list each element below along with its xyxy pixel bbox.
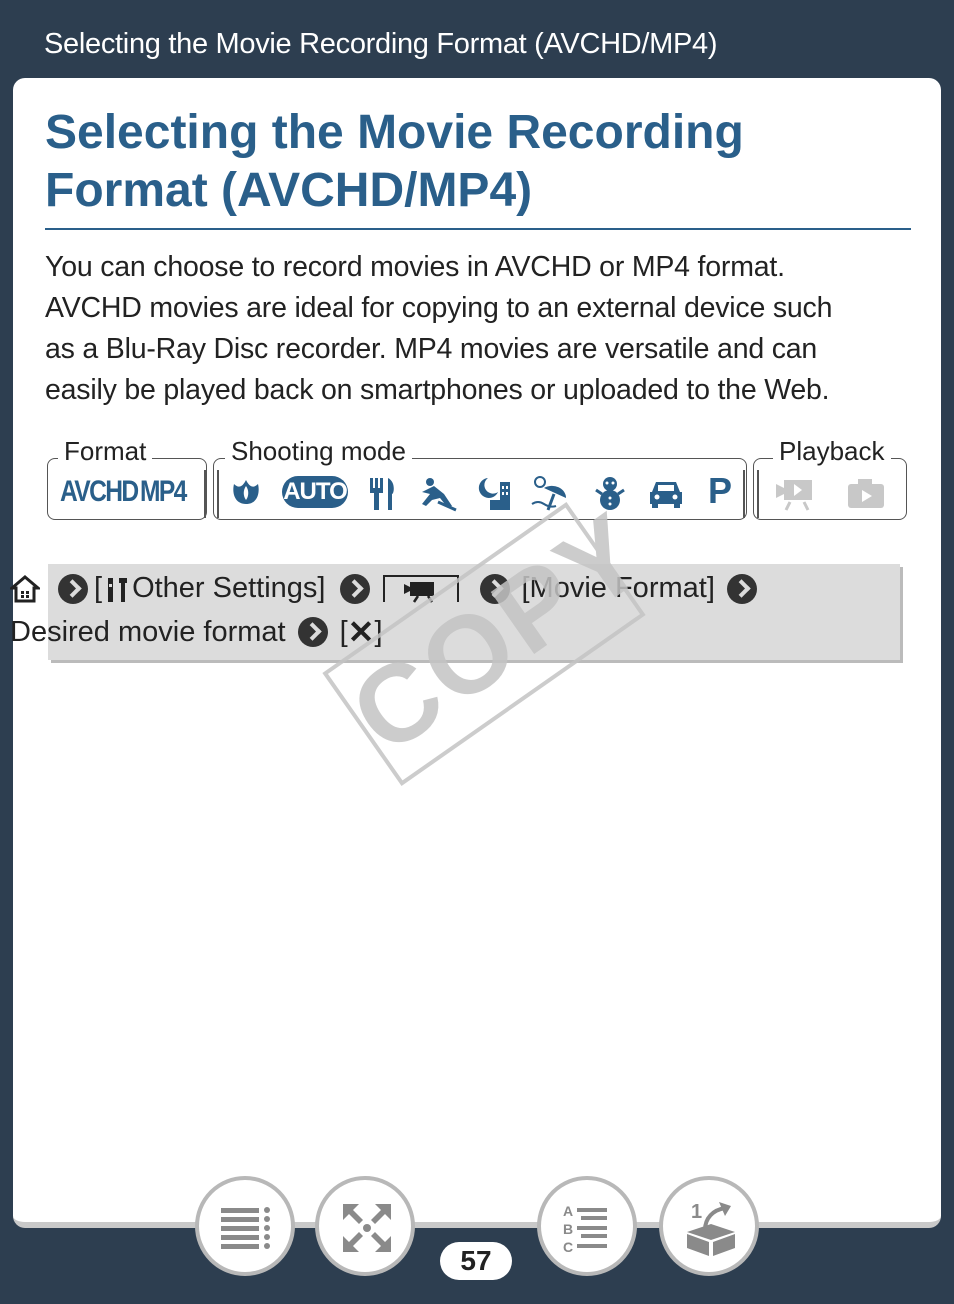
intro-line: You can choose to record movies in AVCHD… (45, 251, 785, 283)
sports-icon (422, 478, 457, 512)
desired-movie-format-label: Desired movie format (10, 615, 286, 648)
intro-line: as a Blu-Ray Disc recorder. MP4 movies a… (45, 333, 818, 365)
bracket-text: [ (339, 615, 348, 648)
table-of-contents-button[interactable] (195, 1176, 295, 1276)
intro-line: easily be played back on smartphones or … (45, 374, 830, 406)
format-label: Format (58, 436, 153, 467)
abc-index-icon: A B C (563, 1203, 607, 1255)
page-number: 57 (440, 1242, 512, 1280)
svg-text:A: A (563, 1203, 573, 1219)
home-icon (10, 574, 40, 602)
chevron-right-icon (58, 573, 88, 604)
macro-icon (233, 480, 259, 504)
contents-list-icon (221, 1207, 270, 1249)
index-button[interactable]: A B C (537, 1176, 637, 1276)
feature-map-button[interactable] (315, 1176, 415, 1276)
page-title: Selecting the Movie Recording Format (AV… (45, 104, 905, 220)
page-title-line-1: Selecting the Movie Recording (45, 106, 744, 159)
expand-arrows-icon (343, 1204, 391, 1252)
troubleshooting-button[interactable]: 1 (659, 1176, 759, 1276)
car-icon (650, 482, 682, 508)
header-title: Selecting the Movie Recording Format (AV… (44, 28, 718, 60)
avchd-format-icon: AVCHD (60, 475, 139, 508)
svg-text:1: 1 (691, 1201, 702, 1223)
svg-text:C: C (563, 1239, 573, 1255)
night-icon (478, 478, 510, 510)
nav-row-2: Desired movie format [ ✕ ] (10, 613, 383, 651)
intro-paragraph: You can choose to record movies in AVCHD… (45, 247, 925, 411)
chevron-right-icon (297, 617, 328, 647)
mp4-format-icon: MP4 (140, 475, 187, 508)
photo-playback-icon (848, 479, 884, 508)
chevron-right-icon (339, 573, 370, 604)
shoot-inner-divider-left (217, 470, 219, 518)
auto-icon: AUTO (282, 476, 348, 508)
play-inner-divider (757, 470, 759, 518)
box-arrow-icon: 1 (687, 1201, 735, 1256)
movie-playback-icon (776, 480, 812, 511)
format-inner-divider (204, 470, 206, 518)
other-settings-label: Other Settings] (132, 572, 326, 604)
food-icon (370, 478, 394, 510)
svg-text:B: B (563, 1221, 573, 1237)
playback-label: Playback (773, 436, 891, 467)
chevron-right-icon (726, 573, 757, 604)
intro-line: AVCHD movies are ideal for copying to an… (45, 292, 833, 324)
shooting-mode-label: Shooting mode (225, 436, 412, 467)
bracket-text: [ (94, 572, 103, 604)
tools-icon (108, 577, 128, 602)
shoot-inner-divider-right (743, 470, 745, 518)
page-title-line-2: Format (AVCHD/MP4) (45, 164, 533, 217)
title-divider (45, 228, 911, 230)
p-mode-icon: P (708, 470, 733, 511)
